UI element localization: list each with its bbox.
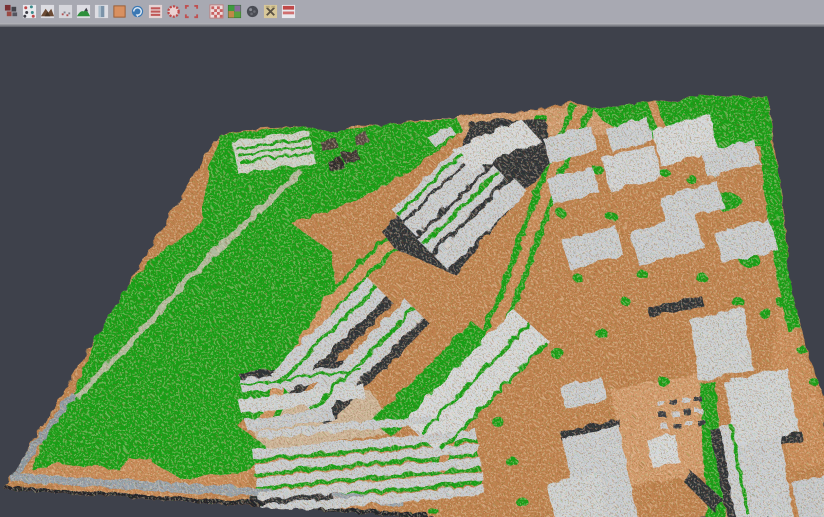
- rotate-view-icon[interactable]: [128, 3, 146, 21]
- classification-palette-icon[interactable]: [225, 3, 243, 21]
- scene-3d[interactable]: [0, 27, 824, 517]
- fit-to-view-icon[interactable]: [182, 3, 200, 21]
- point-class-scatter-icon[interactable]: [20, 3, 38, 21]
- dark-sphere-icon[interactable]: [243, 3, 261, 21]
- cross-marks-icon[interactable]: [261, 3, 279, 21]
- classified-pixels-icon[interactable]: [2, 3, 20, 21]
- toolbar: [0, 0, 824, 23]
- sparse-points-icon[interactable]: [56, 3, 74, 21]
- layer-stack-icon[interactable]: [279, 3, 297, 21]
- terrain-brown-icon[interactable]: [38, 3, 56, 21]
- profile-bars-icon[interactable]: [146, 3, 164, 21]
- orange-area-icon[interactable]: [110, 3, 128, 21]
- application-window: [0, 0, 824, 517]
- elevation-column-icon[interactable]: [92, 3, 110, 21]
- circle-select-icon[interactable]: [164, 3, 182, 21]
- toolbar-separator: [200, 3, 207, 21]
- dither-pattern-icon[interactable]: [207, 3, 225, 21]
- vegetation-terrain-icon[interactable]: [74, 3, 92, 21]
- viewport-3d[interactable]: [0, 27, 824, 517]
